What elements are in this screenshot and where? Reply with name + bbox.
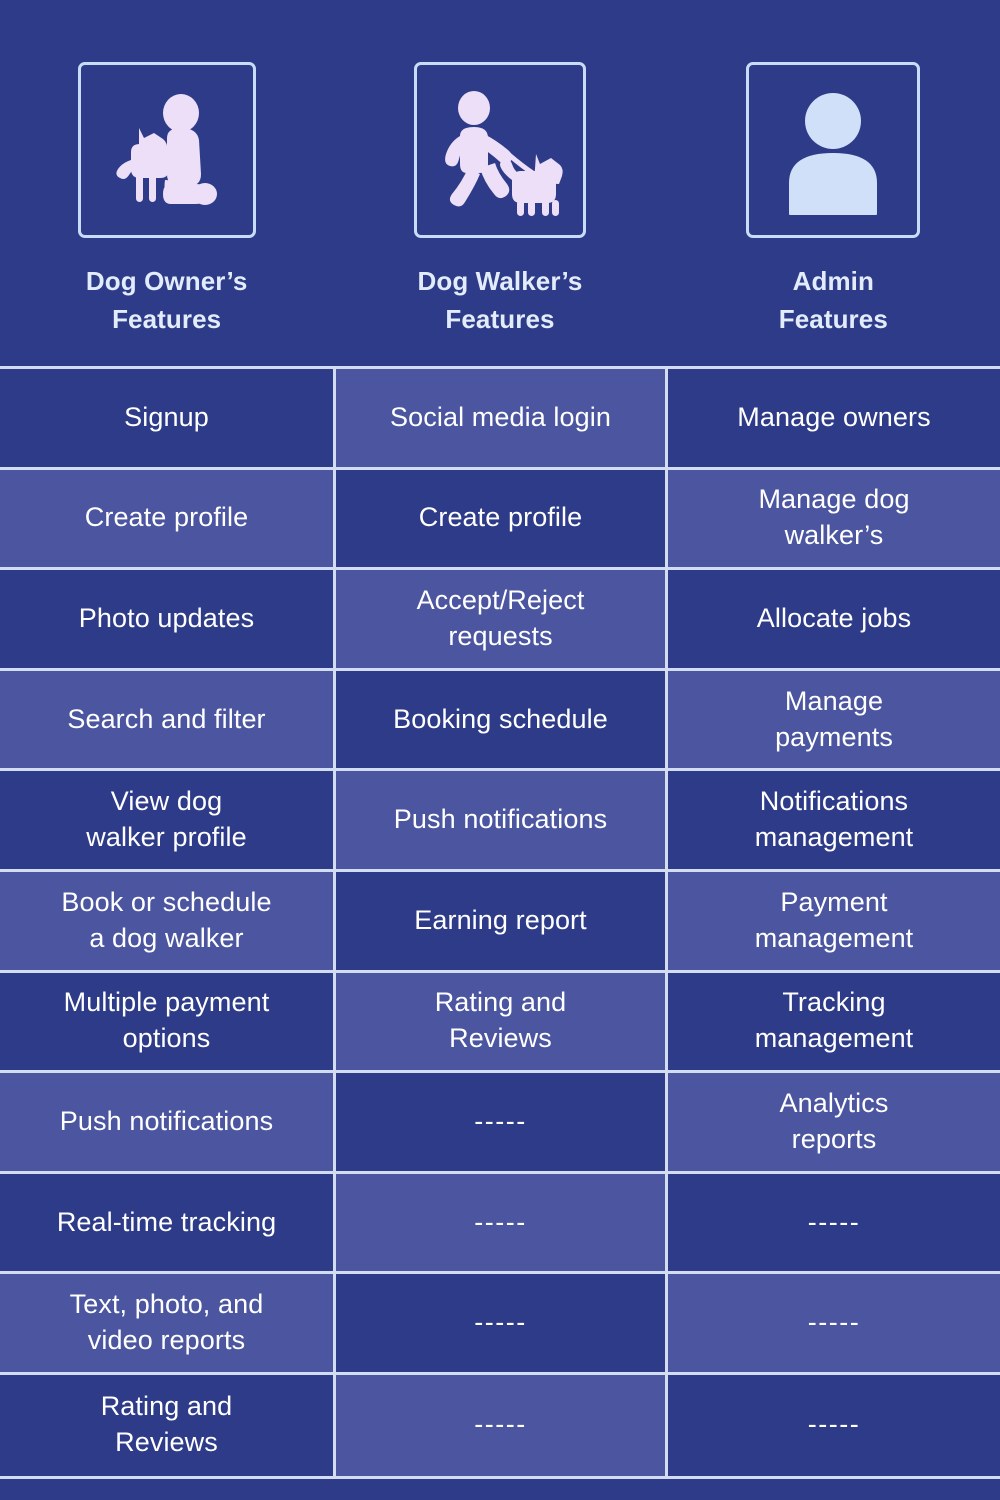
table-row: Text, photo, and video reports ----- ----- xyxy=(0,1274,1000,1375)
cell-dog-walker: Social media login xyxy=(333,369,668,467)
cell-admin: Analytics reports xyxy=(668,1073,1000,1171)
cell-admin: Notifications management xyxy=(668,771,1000,869)
cell-admin: ----- xyxy=(668,1274,1000,1372)
table-row: Push notifications ----- Analytics reports xyxy=(0,1073,1000,1174)
cell-dog-owner: Signup xyxy=(0,369,333,467)
cell-dog-owner: Photo updates xyxy=(0,570,333,668)
dog-walker-icon xyxy=(430,80,570,220)
features-table: Signup Social media login Manage owners Cre… xyxy=(0,366,1000,1479)
table-row: Multiple payment options Rating and Reviews… xyxy=(0,972,1000,1074)
table-row: Rating and Reviews ----- ----- xyxy=(0,1374,1000,1476)
cell-dog-walker: Accept/Reject requests xyxy=(333,570,668,668)
cell-dog-owner: Real-time tracking xyxy=(0,1173,333,1272)
cell-admin: Payment management xyxy=(668,871,1000,970)
cell-dog-owner: Search and filter xyxy=(0,670,333,769)
table-row: Signup Social media login Manage owners xyxy=(0,369,1000,470)
cell-dog-walker: ----- xyxy=(333,1274,668,1372)
cell-dog-walker: ----- xyxy=(333,1374,668,1476)
table-row: Photo updates Accept/Reject requests Alloca… xyxy=(0,570,1000,671)
header-section: Dog Owner’s Features Dog Walker’s Featur… xyxy=(0,0,1000,366)
table-row: Real-time tracking ----- ----- xyxy=(0,1173,1000,1275)
dog-owner-icon-frame xyxy=(77,62,256,238)
header-label-admin: Admin Features xyxy=(778,266,888,335)
cell-admin: ----- xyxy=(668,1374,1000,1476)
header-column-admin: Admin Features xyxy=(667,62,1000,366)
cell-dog-walker: Earning report xyxy=(333,871,668,970)
cell-admin: Manage payments xyxy=(668,670,1000,769)
cell-admin: ----- xyxy=(668,1173,1000,1272)
cell-dog-owner: Rating and Reviews xyxy=(0,1374,333,1476)
admin-icon-frame xyxy=(746,62,921,238)
feature-comparison-page: Dog Owner’s Features Dog Walker’s Featur… xyxy=(0,0,1000,1500)
header-label-dog-walker: Dog Walker’s Features xyxy=(417,266,583,335)
cell-dog-walker: Push notifications xyxy=(333,771,668,869)
header-column-dog-walker: Dog Walker’s Features xyxy=(333,62,666,366)
table-row: Search and filter Booking schedule Manage p… xyxy=(0,670,1000,772)
cell-dog-owner: Create profile xyxy=(0,469,333,568)
dog-walker-icon-frame xyxy=(413,62,586,238)
header-label-dog-owner: Dog Owner’s Features xyxy=(85,266,248,335)
cell-dog-walker: Create profile xyxy=(333,469,668,568)
dog-owner-icon xyxy=(97,80,237,220)
cell-dog-walker: ----- xyxy=(333,1173,668,1272)
admin-user-icon xyxy=(773,85,893,215)
cell-admin: Manage owners xyxy=(668,369,1000,467)
table-row: View dog walker profile Push notifications… xyxy=(0,771,1000,872)
header-column-dog-owner: Dog Owner’s Features xyxy=(0,62,333,366)
cell-admin: Tracking management xyxy=(668,972,1000,1071)
cell-admin: Allocate jobs xyxy=(668,570,1000,668)
cell-admin: Manage dog walker’s xyxy=(668,469,1000,568)
cell-dog-owner: View dog walker profile xyxy=(0,771,333,869)
cell-dog-owner: Push notifications xyxy=(0,1073,333,1171)
cell-dog-owner: Text, photo, and video reports xyxy=(0,1274,333,1372)
table-row: Book or schedule a dog walker Earning repo… xyxy=(0,871,1000,973)
cell-dog-walker: Rating and Reviews xyxy=(333,972,668,1071)
table-row: Create profile Create profile Manage dog wa… xyxy=(0,469,1000,571)
cell-dog-owner: Book or schedule a dog walker xyxy=(0,871,333,970)
cell-dog-owner: Multiple payment options xyxy=(0,972,333,1071)
cell-dog-walker: ----- xyxy=(333,1073,668,1171)
cell-dog-walker: Booking schedule xyxy=(333,670,668,769)
